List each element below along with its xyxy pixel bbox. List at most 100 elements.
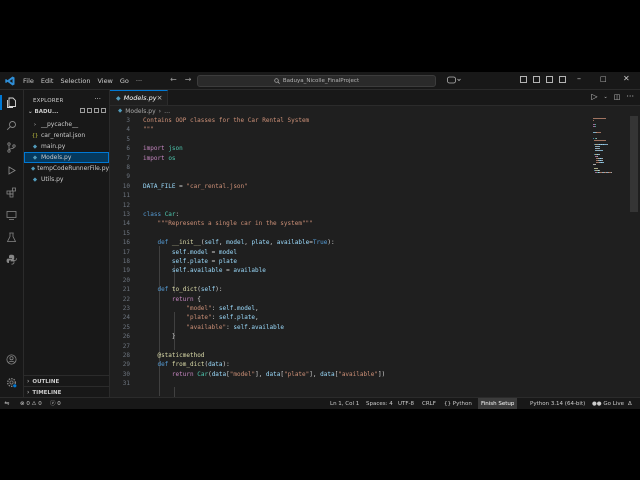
code-line[interactable]: 14 """Represents a single car in the sys… (110, 219, 590, 228)
tab-close-icon[interactable]: × (157, 94, 163, 102)
code-line[interactable]: 16 def __init__(self, model, plate, avai… (110, 238, 590, 247)
indentation-status[interactable]: Spaces: 4 (366, 399, 393, 409)
file-item-main-py[interactable]: ◆ main.py (24, 141, 109, 152)
scrollbar-thumb[interactable] (630, 116, 638, 212)
menu-view[interactable]: View (97, 77, 112, 85)
ports-status[interactable]: ⓥ 0 (50, 399, 61, 409)
code-line[interactable]: 26 } (110, 332, 590, 341)
split-editor-icon[interactable]: ◫ (614, 93, 621, 101)
customize-layout-icon[interactable] (559, 76, 566, 83)
code-line[interactable]: 30 return Car(data["model"], data["plate… (110, 370, 590, 379)
language-mode-status[interactable]: {} Python (444, 399, 472, 409)
menu-file[interactable]: File (23, 77, 34, 85)
file-item-tempcoderunnerfile-py[interactable]: ◆ tempCodeRunnerFile.py (24, 163, 109, 174)
maximize-icon[interactable]: □ (600, 75, 607, 83)
code-line[interactable]: 3 Contains OOP classes for the Car Rental… (110, 116, 590, 125)
code-text: import os (143, 154, 176, 163)
code-token: plate (236, 314, 256, 322)
search-view-icon[interactable] (6, 120, 17, 131)
menu-edit[interactable]: Edit (41, 77, 54, 85)
code-line[interactable]: 20 (110, 276, 590, 285)
editor-scrollbar[interactable] (630, 116, 638, 397)
notifications-bell-icon[interactable]: Δ (628, 399, 632, 409)
collapse-all-icon[interactable] (101, 108, 106, 113)
code-line[interactable]: 10 DATA_FILE = "car_rental.json" (110, 182, 590, 191)
problems-status[interactable]: ⊗ 0 ⚠ 0 (20, 399, 42, 409)
workspace-folder-name[interactable]: ⌄ BADU... (28, 109, 58, 115)
breadcrumb-symbol[interactable]: … (164, 108, 170, 115)
line-number: 31 (122, 380, 130, 388)
code-line[interactable]: 12 (110, 201, 590, 210)
minimap[interactable] (593, 116, 623, 196)
python-icon[interactable] (6, 254, 17, 265)
menu-selection[interactable]: Selection (60, 77, 90, 85)
tab-models-py[interactable]: ◆ Models.py × (110, 90, 168, 105)
code-line[interactable]: 4 """ (110, 125, 590, 134)
code-line[interactable]: 23 "model": self.model, (110, 304, 590, 313)
close-icon[interactable]: ✕ (623, 74, 630, 83)
eol-status[interactable]: CRLF (422, 399, 436, 409)
code-line[interactable]: 5 (110, 135, 590, 144)
code-line[interactable]: 24 "plate": self.plate, (110, 313, 590, 322)
finish-setup-button[interactable]: Finish Setup (478, 398, 518, 409)
source-control-icon[interactable] (6, 142, 17, 153)
code-line[interactable]: 18 self.plate = plate (110, 257, 590, 266)
code-line[interactable]: 21 def to_dict(self): (110, 285, 590, 294)
new-folder-icon[interactable] (87, 108, 92, 113)
command-center[interactable]: Baduya_Nicolle_FinalProject (197, 75, 436, 87)
toggle-sidebar-icon[interactable] (520, 76, 527, 83)
refresh-icon[interactable] (94, 108, 99, 113)
minimize-icon[interactable]: – (577, 74, 581, 83)
explorer-more-actions[interactable]: ··· (94, 95, 101, 103)
run-debug-icon[interactable] (6, 165, 17, 176)
python-interpreter-status[interactable]: Python 3.14 (64-bit) (530, 399, 585, 409)
encoding-status[interactable]: UTF-8 (398, 399, 414, 409)
file-item-car-rental-json[interactable]: {} car_rental.json (24, 130, 109, 141)
breadcrumb-file[interactable]: Models.py (125, 108, 155, 115)
code-line[interactable]: 22 return { (110, 295, 590, 304)
toggle-panel-icon[interactable] (533, 76, 540, 83)
code-token: Contains OOP classes for the Car Rental … (143, 117, 310, 124)
code-line[interactable]: 13 class Car: (110, 210, 590, 219)
code-line[interactable]: 29 def from_dict(data): (110, 360, 590, 369)
explorer-files-icon[interactable] (6, 97, 17, 108)
forward-arrow-icon[interactable]: → (185, 76, 192, 84)
code-line[interactable]: 19 self.available = available (110, 266, 590, 275)
code-line[interactable]: 6 import json (110, 144, 590, 153)
run-dropdown-chevron-icon[interactable]: ⌄ (604, 93, 608, 101)
cursor-position-status[interactable]: Ln 1, Col 1 (330, 399, 359, 409)
menu-more[interactable]: ··· (136, 77, 142, 85)
minimap-stroke (601, 160, 603, 161)
extensions-icon[interactable] (6, 187, 17, 198)
testing-flask-icon[interactable] (6, 232, 17, 243)
file-item-models-py[interactable]: ◆ Models.py (24, 152, 109, 163)
toggle-secondary-sidebar-icon[interactable] (546, 76, 553, 83)
code-line[interactable]: 31 (110, 379, 590, 388)
code-line[interactable]: 9 (110, 172, 590, 181)
code-line[interactable]: 15 (110, 229, 590, 238)
file-item-utils-py[interactable]: ◆ Utils.py (24, 174, 109, 185)
code-line[interactable]: 28 @staticmethod (110, 351, 590, 360)
code-line[interactable]: 27 (110, 342, 590, 351)
manage-gear-icon[interactable] (6, 377, 17, 388)
file-item-pycache[interactable]: › __pycache__ (24, 119, 109, 130)
code-line[interactable]: 17 self.model = model (110, 248, 590, 257)
remote-explorer-icon[interactable] (6, 210, 17, 221)
code-token: True (312, 239, 328, 247)
code-token: "available" (186, 323, 227, 331)
code-line[interactable]: 11 (110, 191, 590, 200)
account-icon[interactable] (6, 354, 17, 365)
editor-more-actions-icon[interactable]: ··· (626, 93, 634, 101)
code-line[interactable]: 25 "available": self.available (110, 323, 590, 332)
code-line[interactable]: 7 import os (110, 154, 590, 163)
code-editor[interactable]: 3 Contains OOP classes for the Car Rental… (110, 116, 590, 397)
copilot-icon[interactable] (447, 76, 461, 84)
new-file-icon[interactable] (80, 108, 85, 113)
menu-go[interactable]: Go (120, 77, 129, 85)
remote-indicator-icon[interactable]: ⇋ (0, 398, 14, 409)
run-python-file-icon[interactable]: ▷ (591, 93, 597, 101)
back-arrow-icon[interactable]: ← (170, 76, 177, 84)
go-live-button[interactable]: ●● Go Live (592, 399, 624, 409)
code-line[interactable]: 8 (110, 163, 590, 172)
folder-chevron-icon: › (33, 121, 37, 128)
